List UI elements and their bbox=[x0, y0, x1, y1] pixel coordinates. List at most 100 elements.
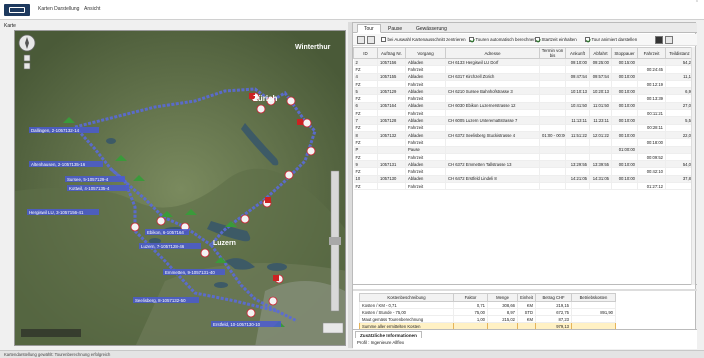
checkbox-auto-berechnen[interactable]: Touren automatisch berechnen bbox=[469, 37, 536, 42]
table-cell: 00:10:00 bbox=[611, 175, 638, 184]
table-row[interactable]: 6 1057164 Abladen CH 6030 Ebikon Luzernerst… bbox=[353, 102, 694, 111]
zoom-in-button[interactable] bbox=[23, 54, 31, 62]
table-row[interactable]: 9 1057131 Abladen CH 6372 Emmetten Tallstra… bbox=[353, 160, 694, 169]
cost-column-header[interactable]: Betrag CHF bbox=[535, 293, 572, 302]
additional-info-tab[interactable]: Zusätzliche Informationen bbox=[355, 331, 422, 338]
column-header[interactable]: ID bbox=[353, 47, 378, 59]
tab-tour[interactable]: Tour bbox=[357, 24, 381, 33]
checkbox-zentrieren[interactable]: bei Auswahl Kartenausschnitt zentrieren bbox=[381, 37, 466, 42]
table-cell: 09:47:54 bbox=[565, 73, 590, 81]
table-cell: Fahrzeit bbox=[405, 182, 446, 191]
table-cell bbox=[611, 182, 638, 191]
table-row[interactable]: FZ Fahrzeit 00:11:21 bbox=[353, 109, 694, 118]
cost-column-header[interactable]: Einheit bbox=[517, 293, 536, 302]
table-cell bbox=[565, 167, 590, 176]
table-row[interactable]: 4 1057155 Abladen CH 6317 Kirchzell Zürich 0… bbox=[353, 73, 694, 81]
table-cell: 00:11:21 bbox=[637, 109, 666, 118]
table-row[interactable]: FZ Fahrzeit 00:28:11 bbox=[353, 124, 694, 132]
svg-text:Sursee, 5-1057129-4: Sursee, 5-1057129-4 bbox=[67, 177, 109, 182]
cost-column-header[interactable]: Menge bbox=[487, 293, 518, 302]
cost-column-header[interactable]: Faktor bbox=[453, 293, 488, 302]
table-cell: Abladen bbox=[405, 58, 446, 67]
checkbox-startzeit[interactable]: Startzeit einhalten bbox=[535, 37, 577, 42]
print-icon[interactable] bbox=[367, 36, 375, 44]
column-header[interactable]: Fahrzeit bbox=[637, 47, 666, 59]
table-cell: 00:15:00 bbox=[611, 58, 638, 67]
table-cell bbox=[539, 73, 566, 81]
grid-scrollbar[interactable] bbox=[691, 47, 695, 285]
map-canvas[interactable]: Zürich Luzern Winterthur Dallingen, 2-10… bbox=[15, 31, 346, 346]
cost-row[interactable]: Maut gemäss Tourenberechnung 1,00 215,02 KM… bbox=[359, 315, 616, 323]
table-cell: 5 bbox=[353, 87, 378, 96]
table-row[interactable]: 8 1057132 Abladen CH 6372 Seelisberg Stucki… bbox=[353, 131, 694, 140]
table-row[interactable]: FZ Fahrzeit 00:42:10 bbox=[353, 167, 694, 176]
table-cell: Abladen bbox=[405, 131, 446, 140]
column-header[interactable]: Ankunft bbox=[565, 47, 590, 59]
table-cell bbox=[589, 146, 612, 154]
checkbox-box[interactable] bbox=[381, 37, 386, 42]
checkbox-tour-animiert[interactable]: Tour animiert darstellen bbox=[585, 37, 637, 42]
table-row[interactable]: FZ Fahrzeit 01:27:12 bbox=[353, 182, 694, 191]
table-row[interactable]: FZ Fahrzeit 00:18:00 bbox=[353, 138, 694, 147]
table-row[interactable]: FZ Fahrzeit 00:13:39 bbox=[353, 94, 694, 103]
table-cell: 2 bbox=[353, 58, 378, 67]
table-cell bbox=[565, 182, 590, 191]
table-cell: FZ bbox=[353, 167, 378, 176]
map-layer-toggle[interactable] bbox=[322, 322, 344, 334]
column-header[interactable]: Teildistanz bbox=[665, 47, 694, 59]
svg-text:Zürich: Zürich bbox=[253, 94, 278, 103]
refresh-icon[interactable] bbox=[665, 36, 673, 44]
svg-text:Hergiswil LU, 3-1057156-41: Hergiswil LU, 3-1057156-41 bbox=[29, 210, 84, 215]
tab-pause[interactable]: Pause bbox=[381, 24, 409, 33]
map-view[interactable]: Zürich Luzern Winterthur Dallingen, 2-10… bbox=[14, 30, 346, 346]
table-cell: Abladen bbox=[405, 73, 446, 81]
table-cell bbox=[445, 167, 540, 176]
table-cell bbox=[539, 160, 566, 169]
table-row[interactable]: 2 1057156 Abladen CH 6133 Hergiswil LU Dorf… bbox=[353, 58, 694, 67]
table-cell: Abladen bbox=[405, 87, 446, 96]
ribbon: Karten Darstellung Ansicht ⌃ bbox=[0, 0, 704, 20]
table-cell bbox=[377, 124, 406, 132]
table-cell: 1057155 bbox=[377, 73, 406, 81]
horizontal-splitter[interactable] bbox=[353, 289, 697, 291]
table-row[interactable]: 7 1057128 Abladen CH 6005 Luzern Unterematt… bbox=[353, 116, 694, 125]
table-cell: 10:20:13 bbox=[589, 87, 612, 96]
record-icon[interactable] bbox=[655, 36, 663, 44]
column-header[interactable]: Vorgang bbox=[405, 47, 446, 59]
table-row[interactable]: FZ Fahrzeit 00:09:52 bbox=[353, 153, 694, 162]
column-header[interactable]: Termin von bis bbox=[539, 47, 566, 59]
table-cell: 13:39:55 bbox=[589, 160, 612, 169]
checkbox-box[interactable] bbox=[469, 37, 474, 42]
table-row[interactable]: 5 1057129 Abladen CH 6210 Sursee Bahnhofstr… bbox=[353, 87, 694, 96]
cost-row[interactable]: Kosten / KM - 0,71 0,71 308,66 KM 219,15 bbox=[359, 301, 616, 309]
tab-gewaesserung[interactable]: Gewässerung bbox=[409, 24, 454, 33]
table-cell: 00:28:11 bbox=[637, 124, 666, 132]
zoom-slider-thumb[interactable] bbox=[329, 237, 341, 245]
table-row[interactable]: FZ Fahrzeit 00:24:45 bbox=[353, 65, 694, 74]
table-row[interactable]: 10 1057130 Abladen CH 6472 Erstfeld Lindeli… bbox=[353, 175, 694, 184]
zoom-out-button[interactable] bbox=[23, 62, 31, 70]
app-menu-button[interactable] bbox=[4, 4, 30, 16]
table-row[interactable]: FZ Fahrzeit 00:12:19 bbox=[353, 80, 694, 89]
ribbon-expand-icon[interactable]: ⌃ bbox=[693, 0, 701, 20]
layout-icon[interactable] bbox=[357, 36, 365, 44]
table-cell: Abladen bbox=[405, 116, 446, 125]
checkbox-box[interactable] bbox=[535, 37, 540, 42]
menu-karten-darstellung[interactable]: Karten Darstellung bbox=[38, 6, 79, 12]
table-cell bbox=[377, 65, 406, 74]
table-cell: 5,5 bbox=[665, 116, 694, 125]
cost-row[interactable]: Kosten / Stunde - 75,00 75,00 8,97 STD 672,7… bbox=[359, 308, 616, 316]
table-cell bbox=[565, 138, 590, 147]
cost-column-header[interactable]: Kostenbeschreibung bbox=[359, 293, 454, 302]
checkbox-box[interactable] bbox=[585, 37, 590, 42]
table-row[interactable]: P Pause 01:00:00 bbox=[353, 146, 694, 154]
table-cell: 54,0 bbox=[665, 160, 694, 169]
column-header[interactable]: Auftrag Nr. bbox=[377, 47, 406, 59]
column-header[interactable]: Stoppauer bbox=[611, 47, 638, 59]
table-cell bbox=[539, 80, 566, 89]
column-header[interactable]: Adresse bbox=[445, 47, 540, 59]
menu-ansicht[interactable]: Ansicht bbox=[84, 6, 100, 12]
cost-cell: 219,15 bbox=[535, 301, 572, 309]
cost-column-header[interactable]: Betriebskosten bbox=[571, 293, 616, 302]
column-header[interactable]: Abfahrt bbox=[589, 47, 612, 59]
